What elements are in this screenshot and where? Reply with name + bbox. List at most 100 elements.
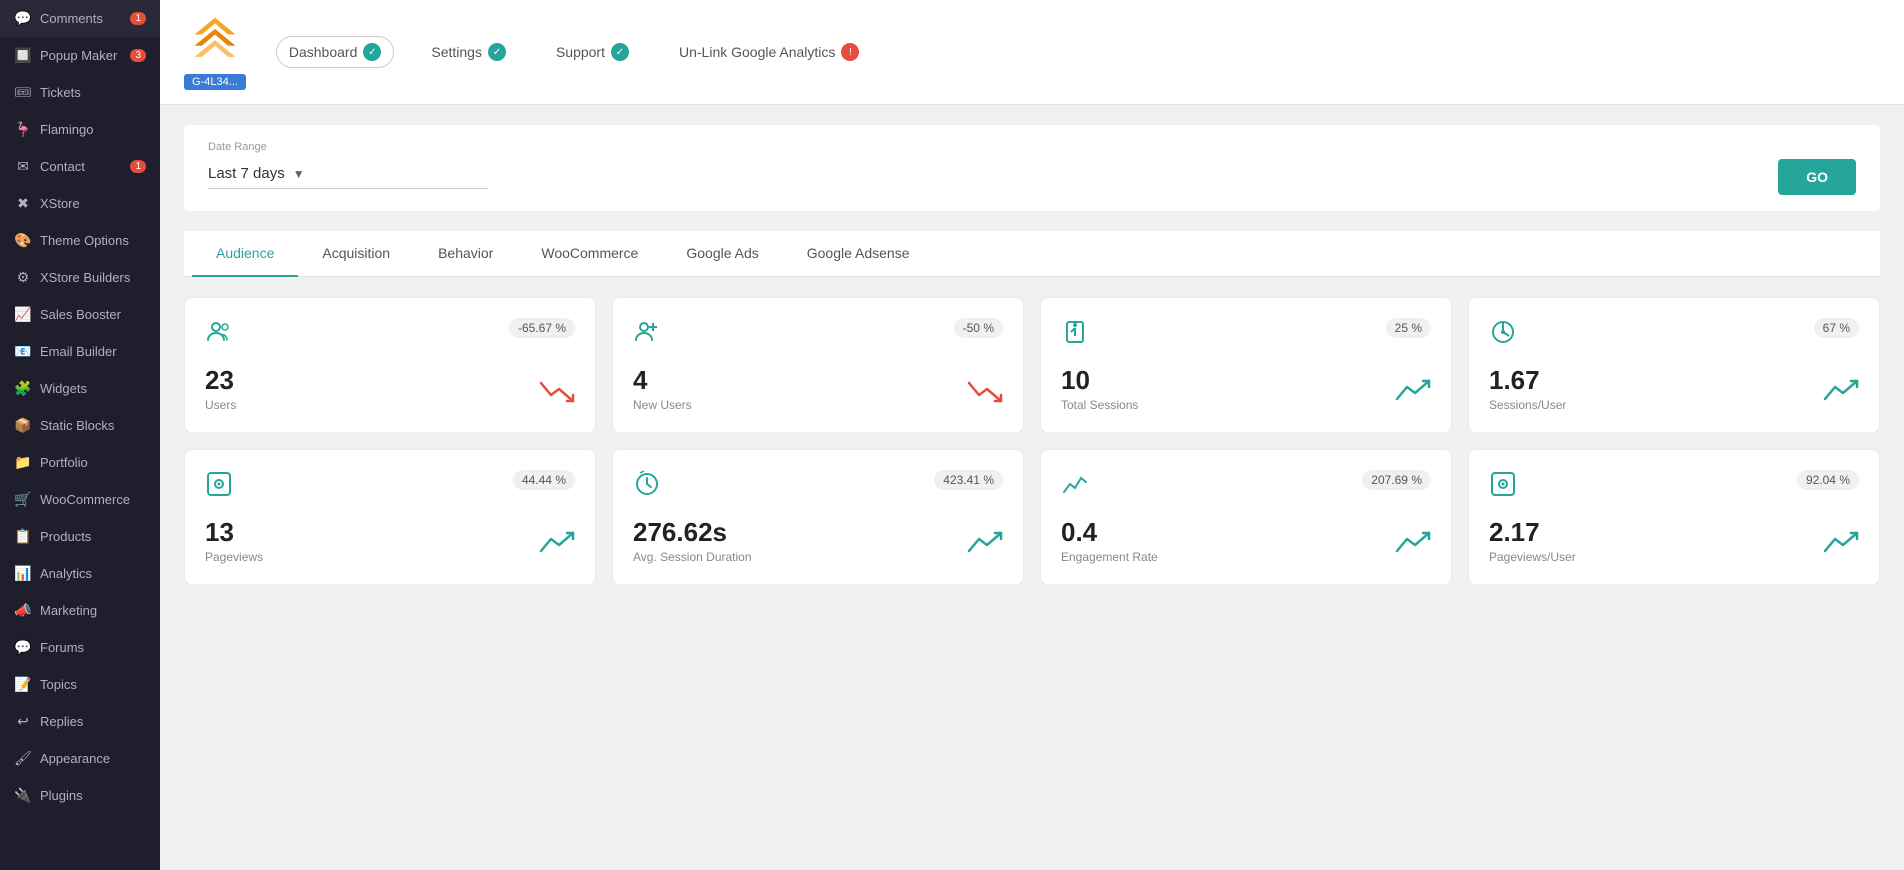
total-sessions-icon (1061, 318, 1089, 353)
card-value-pageviews: 13 (205, 517, 263, 548)
card-value-users: 23 (205, 365, 236, 396)
header-tab-dashboard[interactable]: Dashboard ✓ (276, 36, 395, 68)
tickets-icon: 🎟 (14, 84, 32, 101)
sidebar-item-comments[interactable]: 💬 Comments 1 (0, 0, 160, 37)
sidebar: 💬 Comments 1 🔲 Popup Maker 3 🎟 Tickets 🦩… (0, 0, 160, 870)
sidebar-label-products: Products (40, 529, 91, 544)
card-badge-sessions-user: 67 % (1814, 318, 1859, 338)
header-tab-support[interactable]: Support ✓ (543, 36, 642, 68)
sidebar-label-marketing: Marketing (40, 603, 97, 618)
sidebar-item-flamingo[interactable]: 🦩 Flamingo (0, 111, 160, 148)
sidebar-item-static-blocks[interactable]: 📦 Static Blocks (0, 407, 160, 444)
sidebar-label-flamingo: Flamingo (40, 122, 93, 137)
email-builder-icon: 📧 (14, 343, 32, 360)
sessions-user-icon (1489, 318, 1517, 353)
sidebar-item-sales-booster[interactable]: 📈 Sales Booster (0, 296, 160, 333)
metric-card-new-users: -50 % 4 New Users (612, 297, 1024, 433)
card-value-new-users: 4 (633, 365, 692, 396)
trend-sessions-user (1823, 377, 1859, 412)
sidebar-item-tickets[interactable]: 🎟 Tickets (0, 74, 160, 111)
card-value-area-engagement-rate: 0.4 Engagement Rate (1061, 517, 1158, 564)
date-range-select[interactable]: Last 7 days ▼ (208, 165, 488, 189)
sidebar-item-plugins[interactable]: 🔌 Plugins (0, 777, 160, 814)
card-value-area-pageviews-user: 2.17 Pageviews/User (1489, 517, 1576, 564)
card-bottom-new-users: 4 New Users (633, 365, 1003, 412)
main-content: G-4L34... Dashboard ✓ Settings ✓ Support… (160, 0, 1904, 870)
sidebar-item-portfolio[interactable]: 📁 Portfolio (0, 444, 160, 481)
analytics-tab-google-adsense[interactable]: Google Adsense (783, 231, 934, 277)
sidebar-item-widgets[interactable]: 🧩 Widgets (0, 370, 160, 407)
card-top-engagement-rate: 207.69 % (1061, 470, 1431, 505)
analytics-tab-woocommerce[interactable]: WooCommerce (517, 231, 662, 277)
replies-icon: ↩ (14, 713, 32, 730)
marketing-icon: 📣 (14, 602, 32, 619)
analytics-tab-google-ads[interactable]: Google Ads (662, 231, 782, 277)
contact-icon: ✉ (14, 158, 32, 175)
trend-new-users (967, 377, 1003, 412)
card-bottom-sessions-user: 1.67 Sessions/User (1489, 365, 1859, 412)
appearance-icon: 🖌 (14, 750, 32, 767)
date-range-label: Date Range (208, 141, 1856, 153)
sidebar-label-widgets: Widgets (40, 381, 87, 396)
analytics-tab-audience[interactable]: Audience (192, 231, 298, 277)
card-value-area-sessions-user: 1.67 Sessions/User (1489, 365, 1566, 412)
analytics-tab-behavior[interactable]: Behavior (414, 231, 517, 277)
tab-label-support: Support (556, 44, 605, 60)
sidebar-item-topics[interactable]: 📝 Topics (0, 666, 160, 703)
sidebar-label-appearance: Appearance (40, 751, 110, 766)
sidebar-label-contact: Contact (40, 159, 85, 174)
sidebar-item-theme-options[interactable]: 🎨 Theme Options (0, 222, 160, 259)
xstore-logo (187, 14, 243, 70)
card-value-area-total-sessions: 10 Total Sessions (1061, 365, 1138, 412)
content-area: Date Range Last 7 days ▼ GO AudienceAcqu… (160, 105, 1904, 870)
sidebar-label-static-blocks: Static Blocks (40, 418, 114, 433)
sidebar-label-popup-maker: Popup Maker (40, 48, 117, 63)
users-icon (205, 318, 233, 353)
sidebar-label-sales-booster: Sales Booster (40, 307, 121, 322)
new-users-icon (633, 318, 661, 353)
date-range-row: Last 7 days ▼ GO (208, 159, 1856, 195)
go-button[interactable]: GO (1778, 159, 1856, 195)
sidebar-item-xstore[interactable]: ✖ XStore (0, 185, 160, 222)
sidebar-item-replies[interactable]: ↩ Replies (0, 703, 160, 740)
tab-label-dashboard: Dashboard (289, 44, 358, 60)
sidebar-item-woocommerce[interactable]: 🛒 WooCommerce (0, 481, 160, 518)
sidebar-item-analytics[interactable]: 📊 Analytics (0, 555, 160, 592)
sidebar-item-xstore-builders[interactable]: ⚙ XStore Builders (0, 259, 160, 296)
card-bottom-avg-session-duration: 276.62s Avg. Session Duration (633, 517, 1003, 564)
badge-contact: 1 (130, 160, 146, 173)
sidebar-label-replies: Replies (40, 714, 83, 729)
card-label-pageviews-user: Pageviews/User (1489, 550, 1576, 564)
xstore-icon: ✖ (14, 195, 32, 212)
card-bottom-total-sessions: 10 Total Sessions (1061, 365, 1431, 412)
sidebar-item-popup-maker[interactable]: 🔲 Popup Maker 3 (0, 37, 160, 74)
card-value-area-pageviews: 13 Pageviews (205, 517, 263, 564)
card-bottom-pageviews-user: 2.17 Pageviews/User (1489, 517, 1859, 564)
card-label-sessions-user: Sessions/User (1489, 398, 1566, 412)
logo-area: G-4L34... (184, 14, 246, 90)
sidebar-item-marketing[interactable]: 📣 Marketing (0, 592, 160, 629)
card-value-area-new-users: 4 New Users (633, 365, 692, 412)
card-top-pageviews-user: 92.04 % (1489, 470, 1859, 505)
plugins-icon: 🔌 (14, 787, 32, 804)
sidebar-label-forums: Forums (40, 640, 84, 655)
sidebar-label-theme-options: Theme Options (40, 233, 129, 248)
avg-session-duration-icon (633, 470, 661, 505)
sidebar-label-portfolio: Portfolio (40, 455, 88, 470)
card-badge-pageviews-user: 92.04 % (1797, 470, 1859, 490)
sidebar-item-email-builder[interactable]: 📧 Email Builder (0, 333, 160, 370)
metric-card-users: -65.67 % 23 Users (184, 297, 596, 433)
header-tab-unlink[interactable]: Un-Link Google Analytics ! (666, 36, 872, 68)
analytics-tab-acquisition[interactable]: Acquisition (298, 231, 414, 277)
analytics-icon: 📊 (14, 565, 32, 582)
sidebar-item-products[interactable]: 📋 Products (0, 518, 160, 555)
sales-booster-icon: 📈 (14, 306, 32, 323)
date-range-section: Date Range Last 7 days ▼ GO (184, 125, 1880, 211)
metric-card-total-sessions: 25 % 10 Total Sessions (1040, 297, 1452, 433)
metric-card-pageviews-user: 92.04 % 2.17 Pageviews/User (1468, 449, 1880, 585)
header-tab-settings[interactable]: Settings ✓ (418, 36, 519, 68)
tab-check-unlink: ! (841, 43, 859, 61)
sidebar-item-appearance[interactable]: 🖌 Appearance (0, 740, 160, 777)
sidebar-item-contact[interactable]: ✉ Contact 1 (0, 148, 160, 185)
sidebar-item-forums[interactable]: 💬 Forums (0, 629, 160, 666)
